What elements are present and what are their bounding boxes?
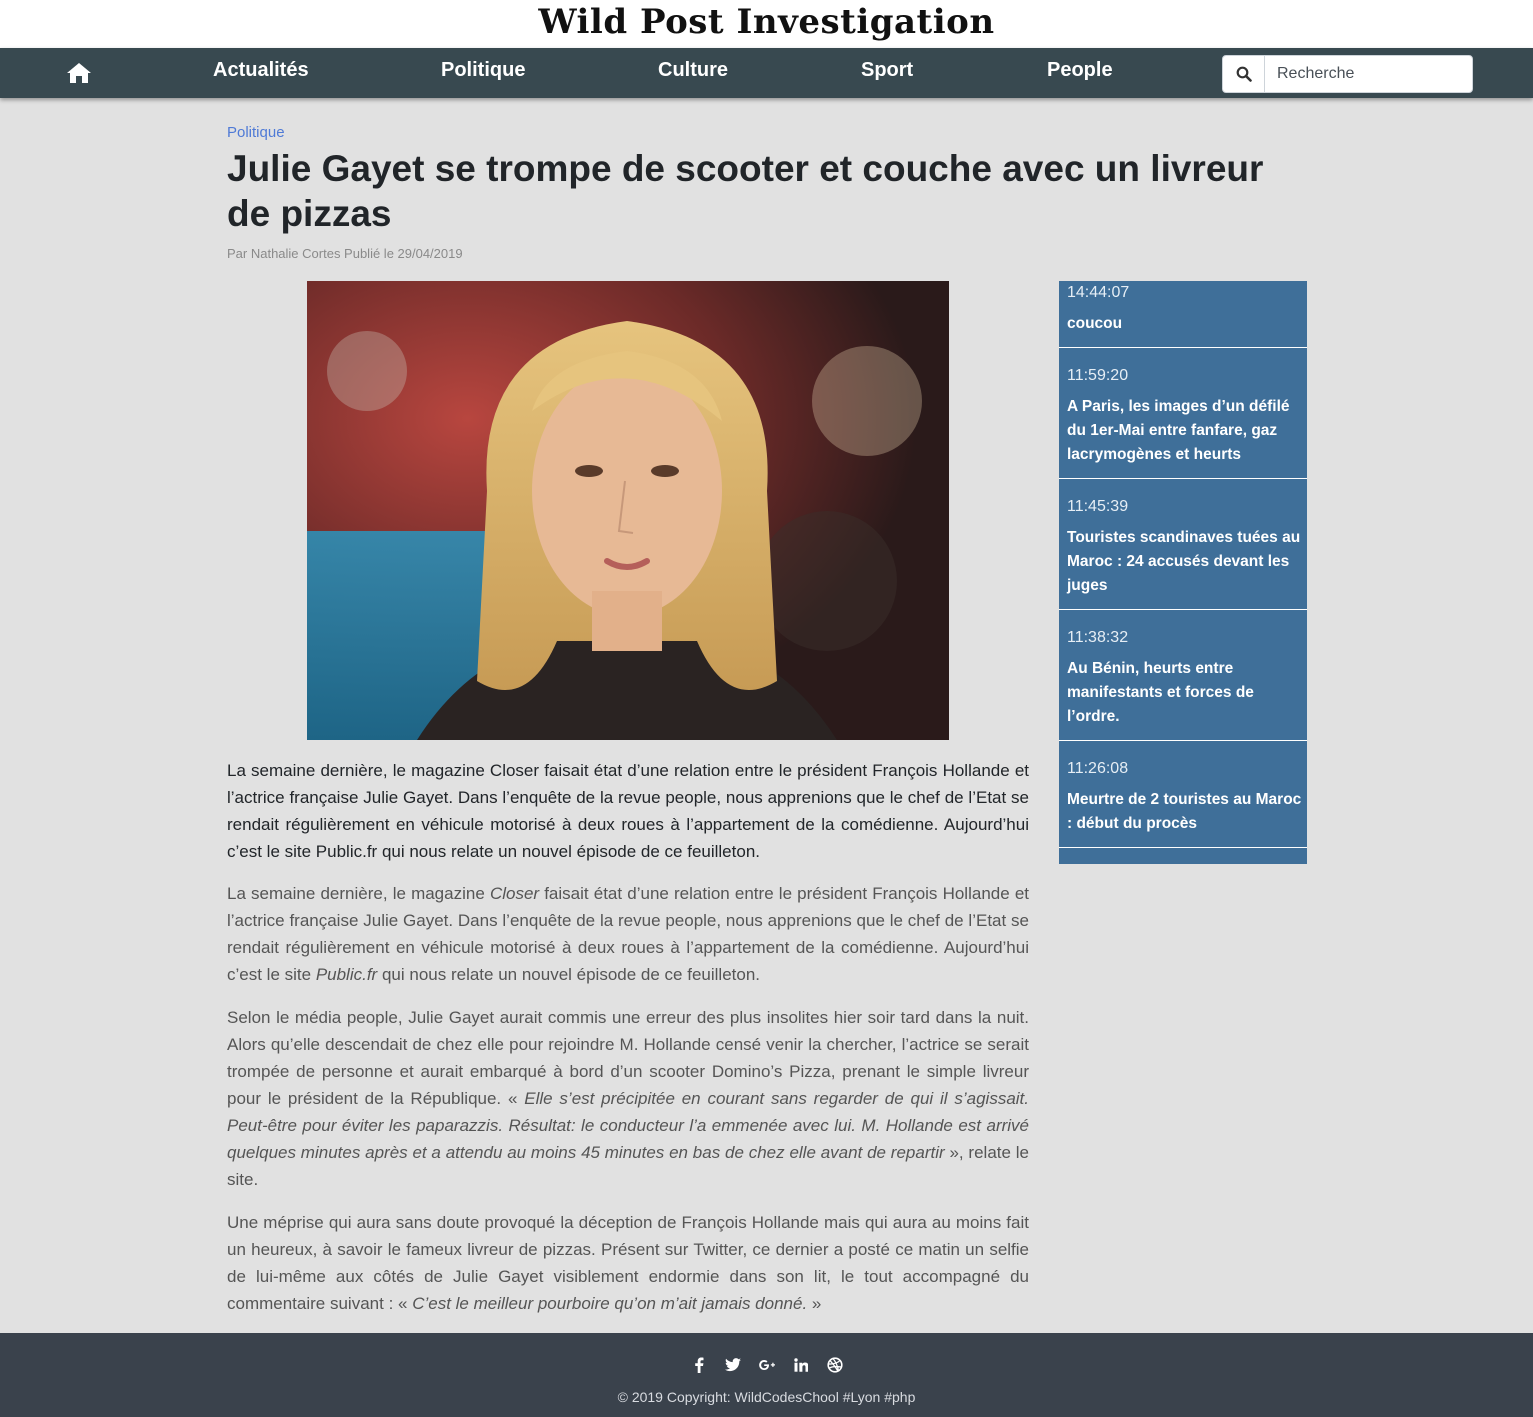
article-paragraph: Selon le média people, Julie Gayet aurai… [227, 1008, 1029, 1189]
copyright-text: © 2019 Copyright: WildCodesChool #Lyon #… [617, 1389, 916, 1405]
nav-item-politique[interactable]: Politique [441, 48, 525, 96]
article-category-link[interactable]: Politique [227, 124, 285, 141]
news-title[interactable]: coucou [1067, 312, 1303, 336]
news-item[interactable]: 11:26:08 Meurtre de 2 touristes au Maroc… [1059, 741, 1307, 848]
search-box [1222, 55, 1473, 93]
site-logo[interactable]: Wild Post Investigation [0, 0, 1533, 44]
linkedin-icon[interactable] [793, 1357, 809, 1373]
article-meta: Par Nathalie Cortes Publié le 29/04/2019 [227, 246, 463, 261]
site-footer: © 2019 Copyright: WildCodesChool #Lyon #… [0, 1333, 1533, 1417]
news-time: 11:45:39 [1067, 498, 1129, 515]
site-header: Wild Post Investigation [0, 0, 1533, 48]
news-title[interactable]: Touristes scandinaves tuées au Maroc : 2… [1067, 526, 1303, 598]
news-title[interactable]: Au Bénin, heurts entre manifestants et f… [1067, 657, 1303, 729]
social-links [0, 1357, 1533, 1373]
facebook-icon[interactable] [691, 1357, 707, 1373]
news-time: 14:44:07 [1067, 284, 1130, 301]
nav-item-culture[interactable]: Culture [658, 48, 728, 96]
home-icon[interactable] [66, 62, 92, 84]
news-item[interactable]: 11:59:20 A Paris, les images d’un défilé… [1059, 348, 1307, 479]
news-item[interactable]: 11:38:32 Au Bénin, heurts entre manifest… [1059, 610, 1307, 741]
google-plus-icon[interactable] [758, 1357, 775, 1373]
nav-item-people[interactable]: People [1047, 48, 1113, 96]
search-input[interactable] [1265, 56, 1471, 92]
news-time: 11:38:32 [1067, 629, 1129, 646]
dribbble-icon[interactable] [826, 1357, 843, 1373]
nav-item-actualites[interactable]: Actualités [213, 48, 309, 96]
article-photo [307, 281, 949, 740]
article-paragraph: Une méprise qui aura sans doute provoqué… [227, 1213, 1029, 1313]
news-item[interactable]: 11:45:39 Touristes scandinaves tuées au … [1059, 479, 1307, 610]
search-icon[interactable] [1223, 56, 1265, 92]
news-title[interactable]: Meurtre de 2 touristes au Maroc : début … [1067, 788, 1303, 836]
news-sidebar: 14:44:07 coucou 11:59:20 A Paris, les im… [1059, 281, 1307, 864]
news-title[interactable]: A Paris, les images d’un défilé du 1er-M… [1067, 395, 1303, 467]
nav-item-sport[interactable]: Sport [861, 48, 913, 96]
news-item[interactable]: 14:44:07 coucou [1059, 281, 1307, 348]
article-title: Julie Gayet se trompe de scooter et couc… [227, 148, 1264, 234]
twitter-icon[interactable] [724, 1357, 741, 1373]
article-lead: La semaine dernière, le magazine Closer … [227, 761, 1029, 861]
news-time: 11:26:08 [1067, 760, 1129, 777]
news-time: 11:59:20 [1067, 367, 1129, 384]
main-navbar: Actualités Politique Culture Sport Peopl… [0, 48, 1533, 98]
article-paragraph: La semaine dernière, le magazine Closer … [227, 884, 1029, 984]
